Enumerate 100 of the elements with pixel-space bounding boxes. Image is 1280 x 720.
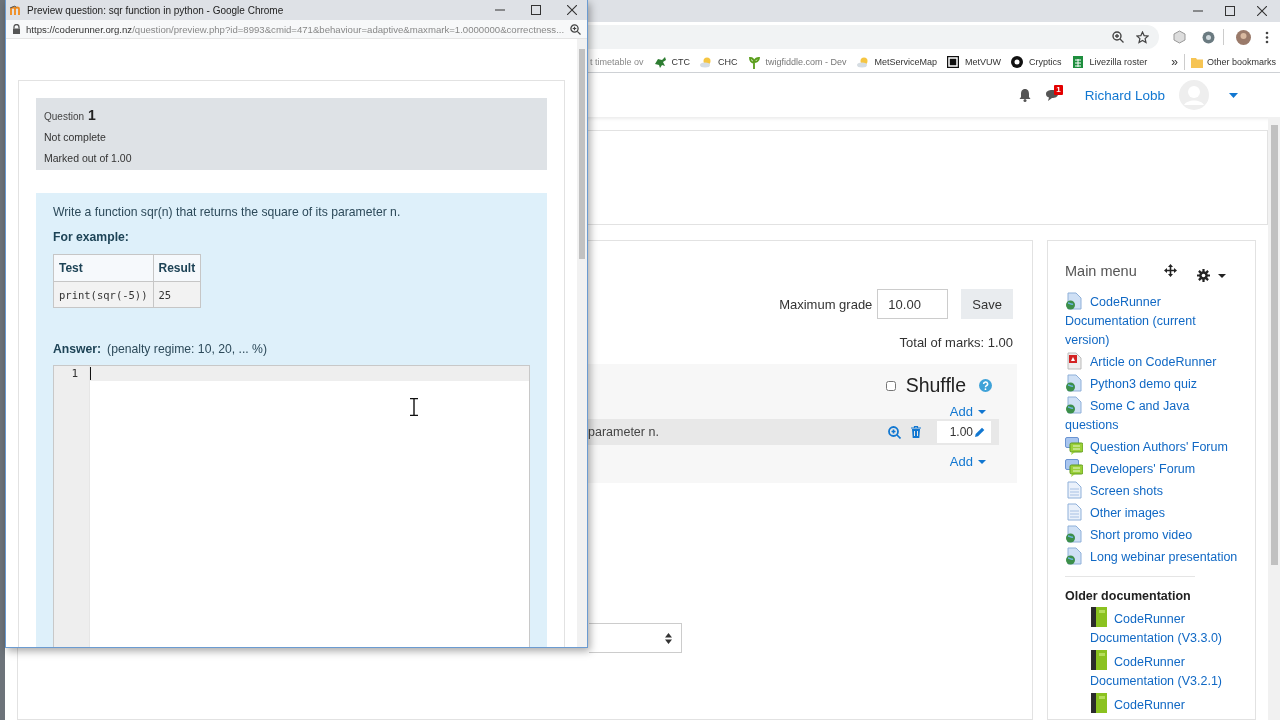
- close-icon: [1257, 6, 1267, 16]
- moodle-logo-icon: [10, 5, 22, 15]
- mouse-ibeam-icon: [410, 398, 418, 416]
- shuffle-checkbox[interactable]: [885, 380, 896, 391]
- bookmark[interactable]: Livezilla roster: [1070, 55, 1148, 69]
- gear-icon[interactable]: [1197, 269, 1210, 282]
- shuffle-label: Shuffle: [905, 374, 966, 397]
- bookmark[interactable]: twigfiddle.com - Dev: [746, 55, 847, 69]
- preview-icon[interactable]: [887, 425, 901, 439]
- menu-link[interactable]: Screen shots: [1065, 481, 1243, 501]
- book-icon: [1090, 693, 1107, 713]
- block-title: Main menu: [1065, 262, 1137, 279]
- question-number: 1: [88, 106, 96, 125]
- plant-icon: [746, 55, 761, 69]
- menu-link[interactable]: Question Authors' Forum: [1065, 437, 1243, 457]
- web-page-icon: [1065, 396, 1083, 414]
- zoom-icon[interactable]: [1112, 31, 1124, 43]
- menu-link[interactable]: CodeRunner Documentation (V3.3.0): [1090, 607, 1243, 648]
- web-page-icon: [1065, 525, 1083, 543]
- close-button[interactable]: [567, 5, 577, 15]
- question-label: Question: [44, 110, 85, 124]
- menu-link[interactable]: Article on CodeRunner: [1065, 352, 1243, 372]
- cube-icon[interactable]: [1173, 30, 1186, 44]
- star-icon[interactable]: [1136, 30, 1149, 44]
- square-logo-icon: [946, 55, 961, 69]
- caret-down-icon: [978, 459, 986, 464]
- example-heading: For example:: [53, 229, 129, 245]
- total-marks-text: Total of marks: 1.00: [899, 335, 1013, 350]
- caret-down-icon: [978, 409, 986, 414]
- web-page-icon: [1065, 547, 1083, 565]
- bookmark[interactable]: t timetable ov: [590, 57, 644, 67]
- maximum-grade-label: Maximum grade: [779, 296, 873, 312]
- document-icon: [1065, 481, 1083, 499]
- forum-icon: [1065, 437, 1083, 455]
- bell-icon[interactable]: [1018, 88, 1031, 102]
- menu-link[interactable]: Python3 demo quiz: [1065, 374, 1243, 394]
- menu-link[interactable]: Short promo video: [1065, 525, 1243, 545]
- pencil-icon: [974, 426, 985, 438]
- menu-link[interactable]: Developers' Forum: [1065, 459, 1243, 479]
- profile-avatar-icon[interactable]: [1236, 29, 1251, 45]
- spreadsheet-icon: [1070, 55, 1085, 69]
- question-state-text: Not complete: [44, 131, 106, 143]
- forum-icon: [1065, 459, 1083, 477]
- move-icon[interactable]: [1164, 264, 1177, 277]
- bookmark[interactable]: MetServiceMap: [855, 55, 938, 69]
- close-icon: [567, 5, 577, 15]
- menu-link[interactable]: Long webinar presentation: [1065, 547, 1243, 567]
- more-bookmarks-button[interactable]: »: [1171, 55, 1178, 69]
- book-icon: [1090, 650, 1107, 670]
- menu-link[interactable]: CodeRunner Documentation (V3.2.1): [1090, 650, 1243, 691]
- close-button[interactable]: [1257, 6, 1267, 16]
- bookmark[interactable]: MetVUW: [946, 55, 1002, 69]
- help-icon[interactable]: [979, 379, 992, 392]
- save-button[interactable]: Save: [961, 289, 1013, 319]
- sun-cloud-icon: [855, 55, 870, 69]
- answer-label: Answer:: [53, 341, 102, 357]
- circle-logo-icon: [1010, 55, 1025, 69]
- table-cell: print(sqr(-5)): [53, 281, 153, 308]
- question-mark-text: Marked out of 1.00: [44, 152, 132, 164]
- pdf-file-icon: [1065, 352, 1083, 370]
- text-cursor: [90, 367, 91, 380]
- lock-icon: [12, 24, 21, 34]
- lizard-icon: [652, 55, 667, 69]
- maximize-button[interactable]: [531, 5, 541, 15]
- line-number: 1: [71, 367, 78, 380]
- table-header-cell: Test: [53, 254, 153, 282]
- add-menu-link[interactable]: Add: [949, 404, 986, 419]
- code-editor[interactable]: 1: [53, 365, 530, 647]
- maximize-icon: [531, 5, 541, 15]
- web-page-icon: [1065, 292, 1083, 310]
- book-icon: [1090, 607, 1107, 627]
- question-prompt: Write a function sqr(n) that returns the square of its parameter n.: [53, 204, 402, 220]
- trash-icon[interactable]: [910, 426, 921, 438]
- bookmark[interactable]: Cryptics: [1010, 55, 1062, 69]
- maximize-icon: [1225, 6, 1235, 16]
- bookmark-folder[interactable]: Other bookmarks: [1190, 56, 1276, 68]
- question-slot-text: parameter n.: [588, 425, 660, 439]
- add-menu-link[interactable]: Add: [949, 454, 986, 469]
- menu-link[interactable]: CodeRunner: [1090, 693, 1243, 715]
- user-name-link[interactable]: Richard Lobb: [1084, 87, 1165, 103]
- menu-link[interactable]: CodeRunner Documentation (current version): [1065, 292, 1243, 350]
- penalty-text: (penalty regime: 10, 20, ... %): [107, 341, 267, 357]
- menu-link[interactable]: Other images: [1065, 503, 1243, 523]
- table-header-cell: Result: [153, 254, 201, 282]
- maximize-button[interactable]: [1225, 6, 1235, 16]
- sort-arrows-icon: [665, 632, 672, 644]
- menu-icon[interactable]: [1265, 30, 1269, 44]
- bookmark[interactable]: CHC: [699, 55, 738, 69]
- folder-icon: [1190, 56, 1203, 68]
- zoom-icon[interactable]: [570, 23, 581, 35]
- message-count-badge: 1: [1054, 84, 1063, 95]
- window-title: Preview question: sqr function in python - Google Chrome: [27, 4, 285, 16]
- document-icon: [1065, 503, 1083, 521]
- caret-down-icon[interactable]: [1218, 273, 1226, 278]
- question-mark-field[interactable]: 1.00: [936, 421, 991, 443]
- maximum-grade-field[interactable]: 10.00: [877, 289, 949, 319]
- menu-link[interactable]: Some C and Java questions: [1065, 396, 1243, 435]
- bookmark[interactable]: CTC: [652, 55, 691, 69]
- web-page-icon: [1065, 374, 1083, 392]
- extension-circle-icon[interactable]: [1202, 30, 1215, 44]
